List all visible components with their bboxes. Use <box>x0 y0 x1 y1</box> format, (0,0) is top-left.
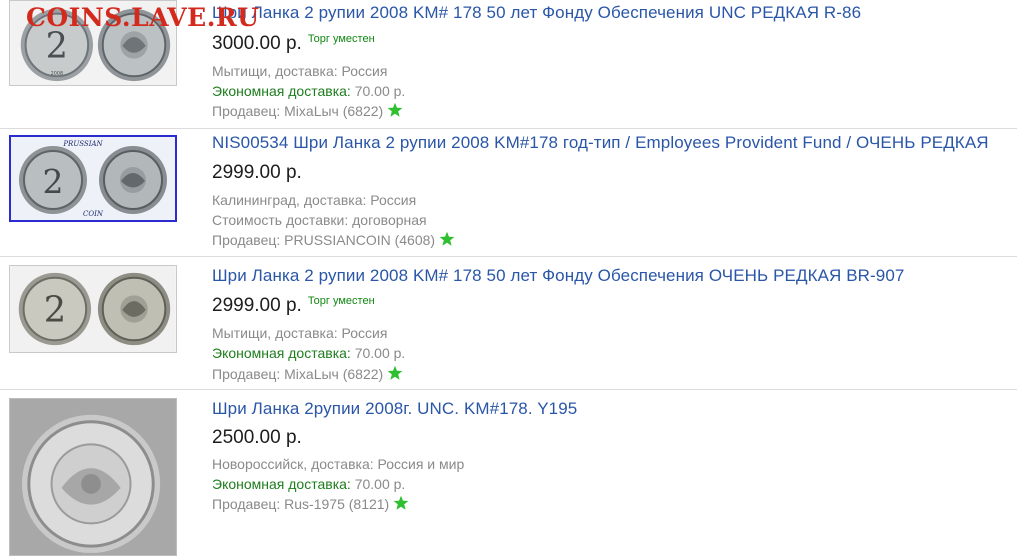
listing-item: PRUSSIAN 2 COIN NIS00534 Шри Ланка 2 руп… <box>0 129 1017 257</box>
listing-price: 2999.00 р. <box>212 162 302 184</box>
listing-location: Мытищи, доставка: Россия <box>212 325 388 341</box>
seller-link[interactable]: Продавец: МixaLыч (6822) <box>212 103 383 119</box>
listing-price: 2500.00 р. <box>212 427 302 449</box>
listing-title-link[interactable]: Шри Ланка 2 рупии 2008 KM# 178 50 лет Фо… <box>212 266 904 286</box>
listing-title-link[interactable]: Шри Ланка 2рупии 2008г. UNC. KM#178. Y19… <box>212 399 577 419</box>
price-value: 2999.00 р. <box>212 162 302 183</box>
listing-title-link[interactable]: NIS00534 Шри Ланка 2 рупии 2008 KM#178 г… <box>212 133 989 153</box>
listing-seller: Продавец: PRUSSIANCOIN (4608) <box>212 231 455 250</box>
shipping-label: Экономная доставка: <box>212 476 351 492</box>
price-value: 3000.00 р. <box>212 33 302 54</box>
green-star-icon <box>387 365 403 384</box>
watermark-logo: COINS.LAVE.RU <box>26 3 260 32</box>
shipping-label: Стоимость доставки: договорная <box>212 212 427 228</box>
seller-link[interactable]: Продавец: Rus-1975 (8121) <box>212 496 389 512</box>
listing-location: Мытищи, доставка: Россия <box>212 63 388 79</box>
seller-link[interactable]: Продавец: МixaLыч (6822) <box>212 366 383 382</box>
thumb-caption-bottom: COIN <box>83 210 104 218</box>
listing-title-link[interactable]: Шри Ланка 2 рупии 2008 KM# 178 50 лет Фо… <box>212 3 861 23</box>
shipping-value: 70.00 р. <box>354 83 406 99</box>
seller-link[interactable]: Продавец: PRUSSIANCOIN (4608) <box>212 232 435 248</box>
price-value: 2999.00 р. <box>212 295 302 316</box>
coin-date: 2008 <box>51 71 63 77</box>
shipping-value: 70.00 р. <box>354 476 406 492</box>
listing-shipping: Стоимость доставки: договорная <box>212 212 427 228</box>
haggle-note: Торг уместен <box>307 33 375 45</box>
coin-thumbnail[interactable] <box>9 398 177 556</box>
listing-shipping: Экономная доставка: 70.00 р. <box>212 83 405 99</box>
listing-item: Шри Ланка 2рупии 2008г. UNC. KM#178. Y19… <box>0 390 1017 556</box>
coin-thumbnail[interactable]: 2 <box>9 265 177 353</box>
price-value: 2500.00 р. <box>212 427 302 448</box>
svg-text:2: 2 <box>44 290 66 331</box>
listing-seller: Продавец: МixaLыч (6822) <box>212 102 403 121</box>
listing-price: 3000.00 р. Торг уместен <box>212 33 375 55</box>
listing-shipping: Экономная доставка: 70.00 р. <box>212 476 405 492</box>
listing-seller: Продавец: МixaLыч (6822) <box>212 365 403 384</box>
listing-shipping: Экономная доставка: 70.00 р. <box>212 345 405 361</box>
listing-location: Новороссийск, доставка: Россия и мир <box>212 456 465 472</box>
green-star-icon <box>393 495 409 514</box>
listing-seller: Продавец: Rus-1975 (8121) <box>212 495 409 514</box>
shipping-label: Экономная доставка: <box>212 345 351 361</box>
green-star-icon <box>439 231 455 250</box>
svg-text:2: 2 <box>43 162 64 201</box>
shipping-label: Экономная доставка: <box>212 83 351 99</box>
haggle-note: Торг уместен <box>307 295 375 307</box>
shipping-value: 70.00 р. <box>354 345 406 361</box>
green-star-icon <box>387 102 403 121</box>
thumb-caption-top: PRUSSIAN <box>62 140 103 148</box>
listing-price: 2999.00 р. Торг уместен <box>212 295 375 317</box>
listing-item: 2 Шри Ланка 2 рупии 2008 KM# 178 50 лет … <box>0 257 1017 389</box>
coin-thumbnail[interactable]: PRUSSIAN 2 COIN <box>9 135 177 222</box>
listing-location: Калининград, доставка: Россия <box>212 192 417 208</box>
